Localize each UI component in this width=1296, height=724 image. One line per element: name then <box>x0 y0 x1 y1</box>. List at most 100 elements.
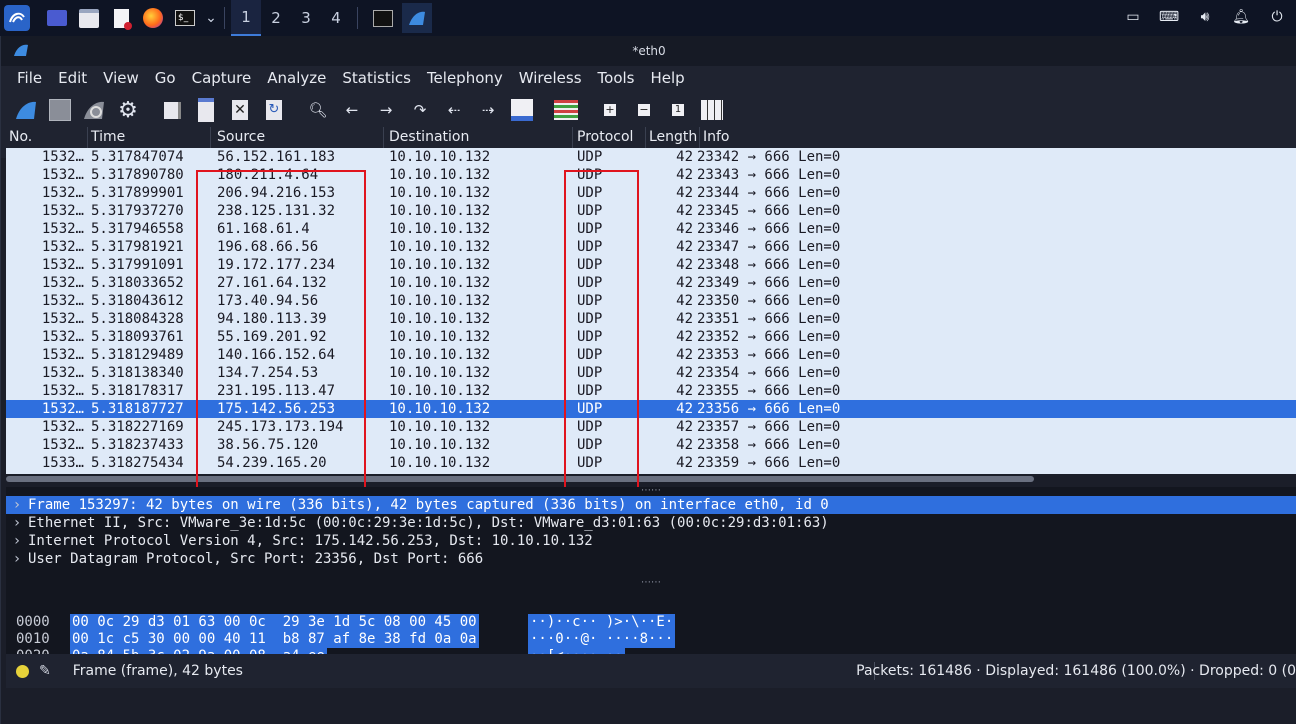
menu-go[interactable]: Go <box>155 69 176 87</box>
packet-time: 5.318237433 <box>91 437 184 453</box>
detail-row-udp[interactable]: › User Datagram Protocol, Src Port: 23356… <box>6 550 1296 568</box>
workspace-4[interactable]: 4 <box>321 1 351 35</box>
packet-length: 42 <box>676 293 693 309</box>
menu-statistics[interactable]: Statistics <box>342 69 411 87</box>
expand-arrow-icon[interactable]: › <box>6 532 28 550</box>
text-editor-icon[interactable] <box>108 5 134 31</box>
bytes-row[interactable]: 0000 00 0c 29 d3 01 63 00 0c 29 3e 1d 5c… <box>6 614 1296 631</box>
workspace-1[interactable]: 1 <box>231 0 261 36</box>
packet-info: 23344 → 666 Len=0 <box>697 185 841 201</box>
chevron-down-icon[interactable]: ⌄ <box>204 5 218 31</box>
notifications-bell-icon[interactable]: 🔔︎ <box>1230 6 1252 28</box>
workspace-3[interactable]: 3 <box>291 1 321 35</box>
packet-destination: 10.10.10.132 <box>389 257 491 273</box>
packet-time: 5.317991091 <box>91 257 184 273</box>
capture-comment-icon[interactable]: ✎ <box>39 663 51 679</box>
reload-file-icon[interactable]: ↻ <box>261 97 287 123</box>
packet-length: 42 <box>676 347 693 363</box>
menu-tools[interactable]: Tools <box>598 69 635 87</box>
packet-info: 23352 → 666 Len=0 <box>697 329 841 345</box>
packet-length: 42 <box>676 311 693 327</box>
menu-file[interactable]: File <box>17 69 42 87</box>
column-header-protocol[interactable]: Protocol <box>573 127 646 148</box>
terminal-window-icon[interactable] <box>370 5 396 31</box>
first-packet-icon[interactable]: ⇠ <box>441 97 467 123</box>
capture-options-gear-icon[interactable]: ⚙ <box>115 97 141 123</box>
taskbar-divider <box>357 7 358 29</box>
packet-no: 1532… <box>41 347 84 363</box>
pane-splitter[interactable]: ⋯⋯ <box>6 578 1296 588</box>
auto-scroll-icon[interactable] <box>509 97 535 123</box>
menu-wireless[interactable]: Wireless <box>519 69 582 87</box>
normal-size-icon[interactable]: 1 <box>665 97 691 123</box>
packet-length: 42 <box>676 203 693 219</box>
save-file-icon[interactable] <box>193 97 219 123</box>
packet-time: 5.318084328 <box>91 311 184 327</box>
packet-source: 56.152.161.183 <box>217 149 336 165</box>
packet-info: 23353 → 666 Len=0 <box>697 347 841 363</box>
menu-telephony[interactable]: Telephony <box>427 69 503 87</box>
go-to-packet-icon[interactable]: ↷ <box>407 97 433 123</box>
bytes-offset: 0000 <box>16 614 50 630</box>
column-header-time[interactable]: Time <box>88 127 211 148</box>
expand-arrow-icon[interactable]: › <box>6 550 28 568</box>
restart-capture-icon[interactable] <box>81 97 107 123</box>
keyboard-icon[interactable]: ⌨ <box>1158 6 1180 28</box>
packet-no: 1533… <box>41 455 84 471</box>
bytes-row[interactable]: 0010 00 1c c5 30 00 00 40 11 b8 87 af 8e… <box>6 631 1296 648</box>
close-file-icon[interactable]: ✕ <box>227 97 253 123</box>
kali-menu-icon[interactable] <box>4 5 30 31</box>
column-header-info[interactable]: Info <box>700 127 1296 148</box>
expand-arrow-icon[interactable]: › <box>6 514 28 532</box>
stop-capture-icon[interactable] <box>47 97 73 123</box>
packet-no: 1532… <box>41 365 84 381</box>
last-packet-icon[interactable]: ⇢ <box>475 97 501 123</box>
zoom-in-icon[interactable]: + <box>597 97 623 123</box>
power-icon[interactable]: ⏻ <box>1266 6 1288 28</box>
volume-icon[interactable]: 🔊︎ <box>1194 6 1216 28</box>
display-icon[interactable]: ▭ <box>1122 6 1144 28</box>
file-manager-icon[interactable] <box>76 5 102 31</box>
menu-analyze[interactable]: Analyze <box>267 69 326 87</box>
resize-columns-icon[interactable] <box>699 97 725 123</box>
packet-row[interactable]: 1532… 5.317847074 56.152.161.183 10.10.10.1… <box>6 148 1296 166</box>
expert-info-icon[interactable] <box>16 664 29 678</box>
packet-no: 1532… <box>41 203 84 219</box>
pane-splitter[interactable]: ⋯⋯ <box>6 486 1296 496</box>
packet-time: 5.318227169 <box>91 419 184 435</box>
firefox-icon[interactable] <box>140 5 166 31</box>
packet-info: 23343 → 666 Len=0 <box>697 167 841 183</box>
packet-length: 42 <box>676 239 693 255</box>
wireshark-window-icon[interactable] <box>402 3 432 33</box>
menu-capture[interactable]: Capture <box>192 69 252 87</box>
packet-info: 23354 → 666 Len=0 <box>697 365 841 381</box>
column-header-destination[interactable]: Destination <box>384 127 573 148</box>
show-desktop-icon[interactable] <box>44 5 70 31</box>
zoom-out-icon[interactable]: − <box>631 97 657 123</box>
menu-edit[interactable]: Edit <box>58 69 87 87</box>
packet-info: 23348 → 666 Len=0 <box>697 257 841 273</box>
terminal-icon[interactable]: $_ <box>172 5 198 31</box>
column-header-source[interactable]: Source <box>211 127 384 148</box>
menu-help[interactable]: Help <box>650 69 684 87</box>
column-header-no[interactable]: No. <box>6 127 88 148</box>
packet-destination: 10.10.10.132 <box>389 419 491 435</box>
workspace-2[interactable]: 2 <box>261 1 291 35</box>
open-file-icon[interactable] <box>159 97 185 123</box>
scrollbar-thumb[interactable] <box>6 476 1034 482</box>
detail-row-ipv4[interactable]: › Internet Protocol Version 4, Src: 175.1… <box>6 532 1296 550</box>
detail-row-frame[interactable]: › Frame 153297: 42 bytes on wire (336 bit… <box>6 496 1296 514</box>
taskbar-divider <box>224 7 225 29</box>
packet-no: 1532… <box>41 311 84 327</box>
detail-row-ethernet[interactable]: › Ethernet II, Src: VMware_3e:1d:5c (00:0… <box>6 514 1296 532</box>
packet-length: 42 <box>676 185 693 201</box>
column-header-length[interactable]: Length <box>646 127 700 148</box>
find-packet-icon[interactable]: 🔍︎ <box>305 97 331 123</box>
expand-arrow-icon[interactable]: › <box>6 496 28 514</box>
colorize-icon[interactable] <box>553 97 579 123</box>
go-back-icon[interactable]: ← <box>339 97 365 123</box>
go-forward-icon[interactable]: → <box>373 97 399 123</box>
start-capture-icon[interactable] <box>13 97 39 123</box>
packet-info: 23346 → 666 Len=0 <box>697 221 841 237</box>
menu-view[interactable]: View <box>103 69 139 87</box>
